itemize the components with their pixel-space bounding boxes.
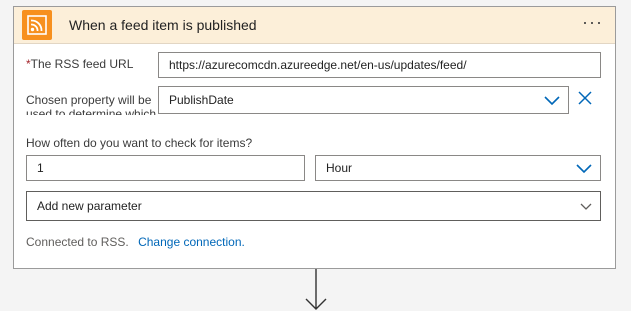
chevron-down-icon (576, 164, 592, 174)
frequency-interval-value: 1 (37, 161, 44, 175)
chosen-property-label: Chosen property will be used to determin… (26, 93, 157, 115)
chevron-down-icon (580, 203, 592, 210)
trigger-header[interactable]: When a feed item is published ··· (14, 7, 615, 44)
frequency-unit-value: Hour (326, 161, 353, 175)
chosen-property-dropdown[interactable]: PublishDate (158, 86, 569, 114)
feed-url-label-text: The RSS feed URL (30, 57, 134, 71)
more-icon[interactable]: ··· (582, 12, 603, 33)
trigger-title: When a feed item is published (69, 17, 257, 33)
clear-icon[interactable] (578, 91, 592, 105)
trigger-card: When a feed item is published ··· *The R… (13, 6, 616, 269)
connection-footer: Connected to RSS. Change connection. (26, 235, 245, 249)
feed-url-label: *The RSS feed URL (26, 57, 133, 71)
chevron-down-icon (544, 96, 560, 106)
frequency-unit-dropdown[interactable]: Hour (315, 155, 601, 181)
chosen-property-value: PublishDate (169, 93, 234, 107)
frequency-interval-input[interactable]: 1 (26, 155, 305, 181)
add-parameter-dropdown[interactable]: Add new parameter (26, 191, 601, 221)
chosen-property-label-wrap: Chosen property will be used to determin… (26, 93, 166, 115)
arrow-down-icon (305, 269, 327, 310)
frequency-label: How often do you want to check for items… (26, 136, 253, 150)
change-connection-link[interactable]: Change connection. (138, 235, 245, 249)
feed-url-value: https://azurecomcdn.azureedge.net/en-us/… (169, 58, 467, 72)
rss-icon (22, 10, 52, 40)
add-parameter-label: Add new parameter (37, 199, 142, 213)
feed-url-input[interactable]: https://azurecomcdn.azureedge.net/en-us/… (158, 52, 601, 78)
connection-status: Connected to RSS. (26, 235, 129, 249)
